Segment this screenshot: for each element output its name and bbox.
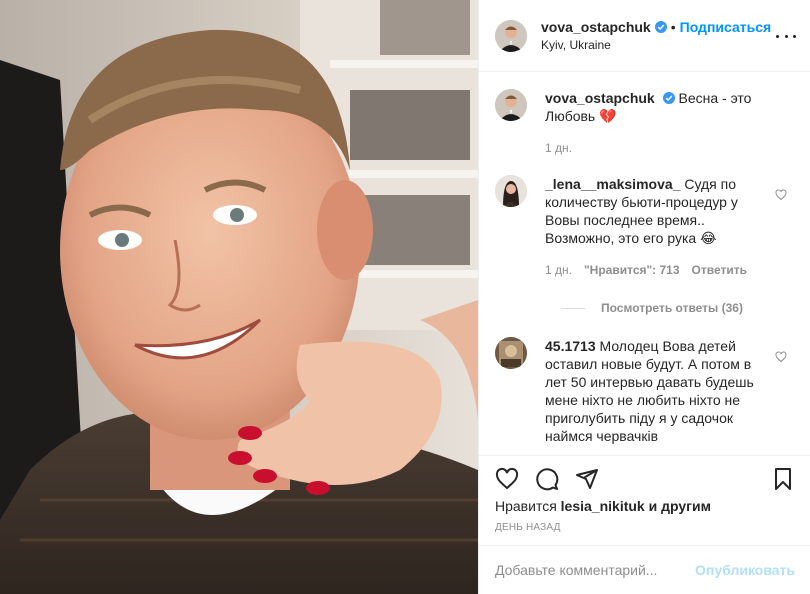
post-actions: Нравится lesia_nikituk и другим День наз… (479, 455, 810, 533)
broken-heart-emoji: 💔 (599, 108, 617, 124)
author-avatar[interactable] (495, 19, 527, 52)
likes-summary: Нравится lesia_nikituk и другим (495, 498, 795, 514)
commenter-avatar[interactable] (495, 175, 527, 207)
author-username[interactable]: vova_ostapchuk (541, 19, 651, 35)
header-text: vova_ostapchuk • Подписаться Kyiv, Ukrai… (541, 19, 771, 53)
like-comment-heart-icon[interactable] (775, 189, 787, 201)
selfie-image (0, 0, 478, 594)
follow-button[interactable]: Подписаться (680, 19, 772, 35)
share-direct-icon[interactable] (575, 467, 599, 491)
more-dot (784, 34, 788, 38)
post-photo[interactable] (0, 0, 478, 594)
likes-suffix[interactable]: и другим (649, 498, 711, 514)
bookmark-save-icon[interactable] (771, 467, 795, 491)
post-sidebar: vova_ostapchuk • Подписаться Kyiv, Ukrai… (478, 0, 810, 594)
caption-username[interactable]: vova_ostapchuk (545, 90, 655, 106)
comments-list[interactable]: vova_ostapchuk Весна - это Любовь 💔 1 дн… (479, 73, 810, 455)
like-heart-icon[interactable] (495, 467, 519, 491)
avatar-image (495, 19, 527, 52)
likes-user[interactable]: lesia_nikituk (561, 498, 645, 514)
post-location[interactable]: Kyiv, Ukraine (541, 37, 771, 53)
publish-button[interactable]: Опубликовать (695, 562, 795, 578)
commenter-avatar[interactable] (495, 337, 527, 369)
comment-username[interactable]: 45.1713 (545, 338, 596, 354)
comment-bubble-icon[interactable] (535, 467, 559, 491)
more-dot (776, 34, 779, 38)
avatar-image (495, 337, 527, 369)
avatar-image (495, 89, 527, 121)
instagram-post-modal: vova_ostapchuk • Подписаться Kyiv, Ukrai… (0, 0, 810, 594)
comment-time[interactable]: 1 дн. (545, 261, 572, 279)
more-options-icon[interactable] (776, 26, 796, 46)
comment-item: 45.1713 Молодец Вова детей оставил новые… (495, 337, 795, 445)
reply-button[interactable]: Ответить (692, 261, 747, 279)
action-icons (495, 462, 795, 496)
comment-meta: 1 дн. "Нравится": 713 Ответить (545, 261, 770, 279)
view-replies-label: Посмотреть ответы (36) (601, 301, 743, 315)
comment-username[interactable]: _lena__maksimova_ (545, 176, 680, 192)
add-comment-bar: Добавьте комментарий... Опубликовать (479, 545, 810, 594)
caption: vova_ostapchuk Весна - это Любовь 💔 1 дн… (495, 89, 795, 157)
caption-body: vova_ostapchuk Весна - это Любовь 💔 1 дн… (545, 89, 770, 157)
avatar-image (495, 175, 527, 207)
like-comment-heart-icon[interactable] (775, 351, 787, 363)
comment-likes[interactable]: "Нравится": 713 (584, 261, 680, 279)
caption-avatar[interactable] (495, 89, 527, 121)
more-dot (793, 34, 796, 38)
laughing-emoji: 😂 (700, 230, 717, 246)
verified-icon (654, 20, 667, 33)
post-timestamp[interactable]: День назад (495, 522, 795, 533)
verified-icon (662, 92, 675, 104)
replies-divider (561, 307, 585, 309)
header-row: vova_ostapchuk • Подписаться (541, 19, 771, 35)
separator-dot: • (670, 18, 676, 35)
caption-meta: 1 дн. (545, 139, 770, 157)
comment-input[interactable]: Добавьте комментарий... (495, 562, 695, 578)
comment-body: _lena__maksimova_ Судя по количеству бью… (545, 175, 770, 279)
comment-item: _lena__maksimova_ Судя по количеству бью… (495, 175, 795, 279)
comment-body: 45.1713 Молодец Вова детей оставил новые… (545, 337, 770, 445)
likes-prefix: Нравится (495, 498, 557, 514)
caption-time[interactable]: 1 дн. (545, 139, 572, 157)
view-replies-button[interactable]: Посмотреть ответы (36) (561, 301, 795, 315)
post-header: vova_ostapchuk • Подписаться Kyiv, Ukrai… (479, 0, 810, 72)
